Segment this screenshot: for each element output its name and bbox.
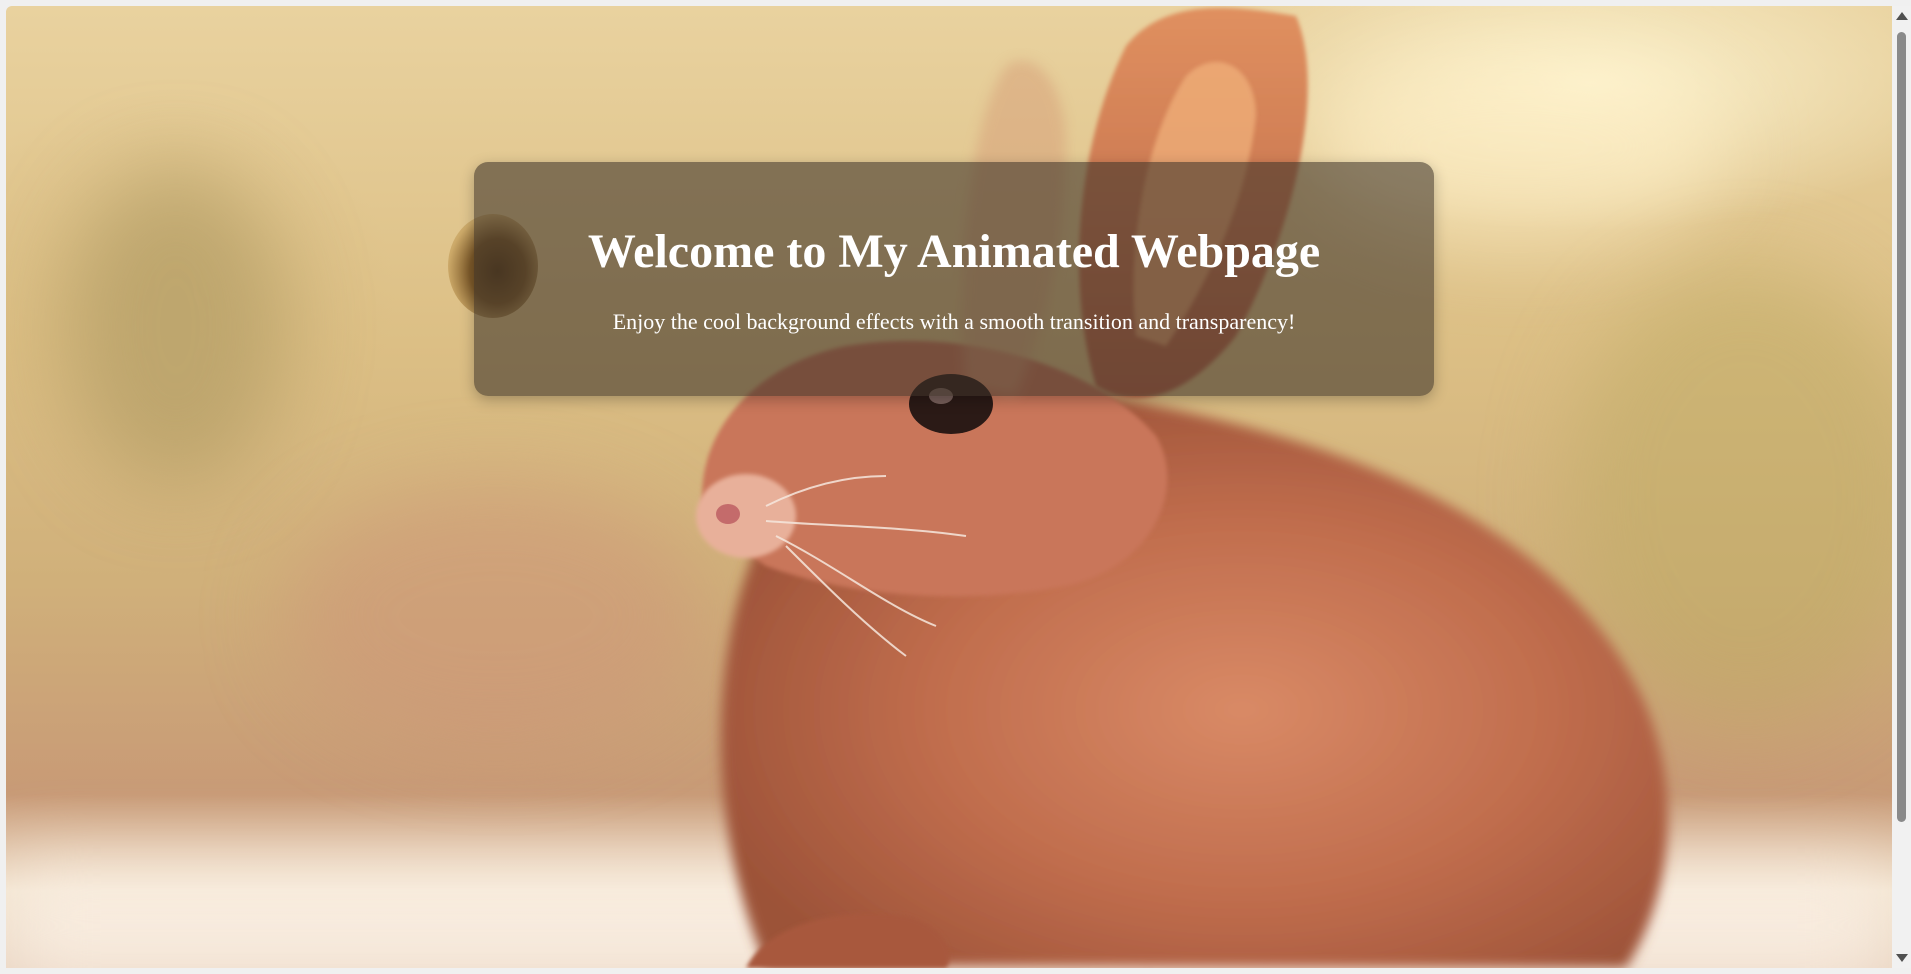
scroll-down-arrow-icon[interactable] xyxy=(1896,954,1908,962)
hero-card: Welcome to My Animated Webpage Enjoy the… xyxy=(474,162,1434,396)
page-title: Welcome to My Animated Webpage xyxy=(587,225,1321,278)
rabbit-image xyxy=(696,7,1668,968)
scroll-up-arrow-icon[interactable] xyxy=(1896,12,1908,20)
browser-frame: Welcome to My Animated Webpage Enjoy the… xyxy=(0,0,1911,974)
vertical-scrollbar[interactable] xyxy=(1892,6,1911,968)
page-subtitle: Enjoy the cool background effects with a… xyxy=(612,309,1296,334)
page-viewport: Welcome to My Animated Webpage Enjoy the… xyxy=(6,6,1892,968)
scrollbar-thumb[interactable] xyxy=(1897,32,1906,822)
